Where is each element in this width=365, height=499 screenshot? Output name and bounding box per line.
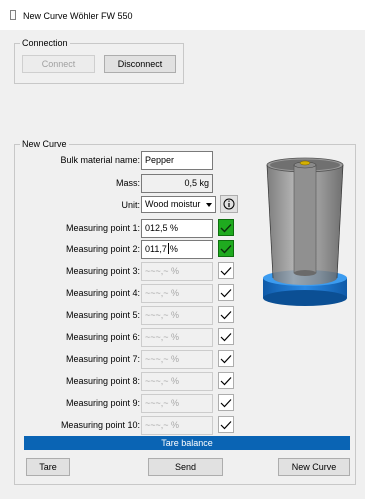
mass-label: Mass:	[115, 178, 140, 188]
send-button[interactable]: Send	[148, 458, 223, 476]
measuring-point-label: Measuring point 8:	[65, 376, 140, 386]
measuring-point-input[interactable]: ~~~,~ %	[141, 262, 213, 281]
confirm-point-button[interactable]	[218, 350, 234, 367]
window-title: New Curve Wöhler FW 550	[23, 11, 133, 21]
measuring-point-input[interactable]: ~~~,~ %	[141, 328, 213, 347]
measuring-point-input[interactable]: 011,7%	[141, 240, 213, 259]
measuring-point-input[interactable]: ~~~,~ %	[141, 416, 213, 435]
measuring-point-label: Measuring point 4:	[65, 288, 140, 298]
check-icon	[220, 376, 232, 385]
unit-select[interactable]: Wood moistur	[141, 196, 216, 213]
measuring-point-label: Measuring point 2:	[65, 244, 140, 254]
check-icon	[220, 398, 232, 407]
measuring-point-input[interactable]: ~~~,~ %	[141, 284, 213, 303]
measuring-point-label: Measuring point 6:	[65, 332, 140, 342]
measuring-point-input[interactable]: ~~~,~ %	[141, 394, 213, 413]
measuring-point-label: Measuring point 1:	[65, 223, 140, 233]
app-icon	[10, 10, 16, 20]
check-icon	[220, 266, 232, 275]
connection-group-label: Connection	[20, 38, 70, 49]
measuring-container-illustration	[263, 157, 347, 306]
confirm-point-button[interactable]	[218, 372, 234, 389]
disconnect-button[interactable]: Disconnect	[104, 55, 176, 73]
measuring-point-label: Measuring point 3:	[65, 266, 140, 276]
check-icon	[220, 223, 232, 233]
tare-button[interactable]: Tare	[26, 458, 70, 476]
confirm-point-button[interactable]	[218, 262, 234, 279]
title-bar: New Curve Wöhler FW 550	[0, 0, 365, 30]
confirm-point-button[interactable]	[218, 219, 234, 236]
check-icon	[220, 332, 232, 341]
measuring-point-input[interactable]: 012,5 %	[141, 219, 213, 238]
check-icon	[220, 244, 232, 254]
bulk-material-label: Bulk material name:	[60, 155, 140, 165]
tare-balance-status-bar: Tare balance	[24, 436, 350, 450]
measuring-point-input[interactable]: ~~~,~ %	[141, 350, 213, 369]
mass-value: 0,5 kg	[141, 174, 213, 193]
measuring-point-unit: %	[169, 244, 178, 254]
measuring-point-input[interactable]: ~~~,~ %	[141, 306, 213, 325]
confirm-point-button[interactable]	[218, 416, 234, 433]
connect-button[interactable]: Connect	[22, 55, 95, 73]
confirm-point-button[interactable]	[218, 394, 234, 411]
measuring-point-label: Measuring point 10:	[60, 420, 140, 430]
measuring-point-label: Measuring point 7:	[65, 354, 140, 364]
info-icon	[223, 198, 235, 210]
confirm-point-button[interactable]	[218, 306, 234, 323]
new-curve-button[interactable]: New Curve	[278, 458, 350, 476]
measuring-point-input[interactable]: ~~~,~ %	[141, 372, 213, 391]
confirm-point-button[interactable]	[218, 284, 234, 301]
new-curve-group-label: New Curve	[20, 139, 69, 150]
confirm-point-button[interactable]	[218, 328, 234, 345]
bulk-material-input[interactable]: Pepper	[141, 151, 213, 170]
check-icon	[220, 288, 232, 297]
measuring-point-label: Measuring point 5:	[65, 310, 140, 320]
measuring-point-value: 011,7	[145, 244, 167, 254]
unit-select-value: Wood moistur	[145, 199, 201, 209]
info-button[interactable]	[220, 195, 238, 213]
check-icon	[220, 420, 232, 429]
measuring-point-label: Measuring point 9:	[65, 398, 140, 408]
check-icon	[220, 310, 232, 319]
confirm-point-button[interactable]	[218, 240, 234, 257]
check-icon	[220, 354, 232, 363]
chevron-down-icon	[206, 203, 212, 207]
text-caret	[167, 243, 169, 254]
unit-label: Unit:	[121, 200, 140, 210]
